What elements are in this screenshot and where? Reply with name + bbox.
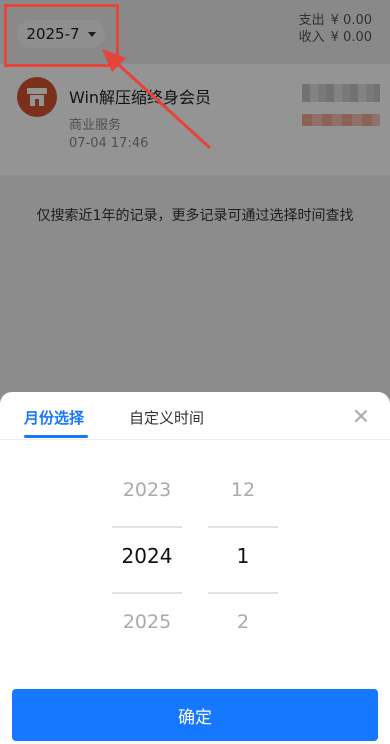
year-wheel[interactable]: 2023 2024 2025 (112, 462, 182, 658)
close-icon[interactable] (351, 406, 371, 426)
month-picker-sheet: 月份选择 自定义时间 2023 2024 2025 12 1 2 确定 (0, 392, 390, 744)
year-option-selected[interactable]: 2024 (112, 528, 182, 592)
year-option[interactable]: 2025 (112, 594, 182, 658)
tab-month-select[interactable]: 月份选择 (24, 407, 84, 428)
month-wheel[interactable]: 12 1 2 (208, 462, 278, 658)
tab-custom-time[interactable]: 自定义时间 (129, 407, 204, 428)
confirm-button[interactable]: 确定 (12, 689, 378, 741)
month-option[interactable]: 2 (208, 594, 278, 658)
picker-tabs: 月份选择 自定义时间 (0, 392, 390, 440)
month-option-selected[interactable]: 1 (208, 528, 278, 592)
year-option[interactable]: 2023 (112, 462, 182, 526)
tab-active-indicator (24, 435, 88, 438)
month-option[interactable]: 12 (208, 462, 278, 526)
